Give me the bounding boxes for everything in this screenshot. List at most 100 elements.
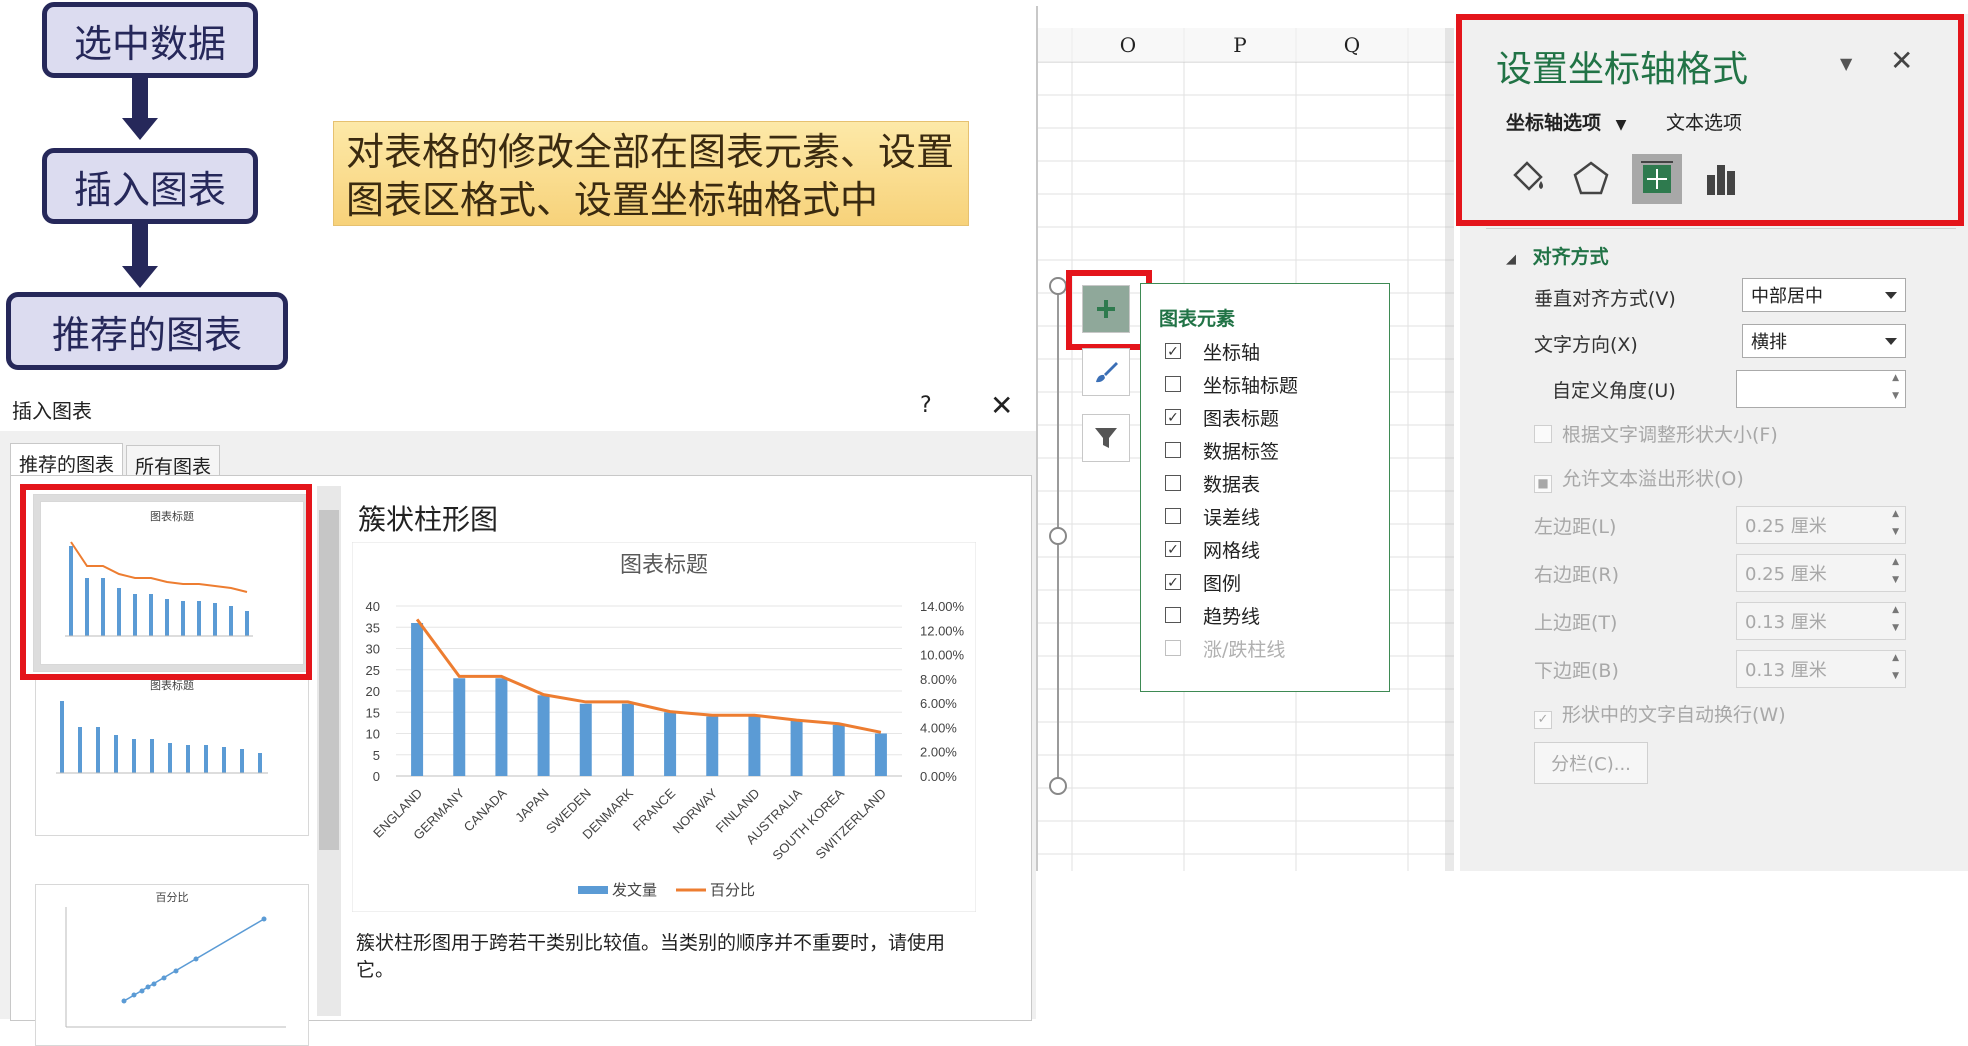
legend-label: 百分比 <box>710 881 755 899</box>
bar <box>621 703 634 776</box>
top-margin-label: 上边距(T) <box>1534 612 1618 634</box>
bottom-margin-value: 0.13 厘米 <box>1745 660 1827 681</box>
bar <box>706 716 719 776</box>
flow-arrow-head <box>122 266 158 288</box>
y-tick-label: 20 <box>366 684 380 699</box>
chart-element-item[interactable]: 数据表 <box>1165 468 1260 498</box>
chart-description: 簇状柱形图用于跨若干类别比较值。当类别的顺序并不重要时，请使用它。 <box>356 932 946 981</box>
chart-element-label: 误差线 <box>1203 506 1261 529</box>
spinner-icon[interactable]: ▼ <box>1892 671 1899 681</box>
right-margin-input[interactable]: 0.25 厘米 ▲ ▼ <box>1736 554 1906 592</box>
text-direction-dropdown[interactable]: 横排 <box>1742 324 1906 358</box>
flow-step-label: 推荐的图表 <box>51 312 242 357</box>
checkbox[interactable] <box>1165 508 1181 524</box>
spinner-icon[interactable]: ▲ <box>1892 605 1899 615</box>
chart-thumbnail-scatter[interactable]: 百分比 <box>35 884 309 1046</box>
column-header-p[interactable]: P <box>1184 28 1296 62</box>
spinner-icon[interactable]: ▼ <box>1892 391 1899 401</box>
section-alignment-label: 对齐方式 <box>1532 246 1609 268</box>
checkbox[interactable]: ✓ <box>1165 574 1181 591</box>
overflow-option[interactable]: ■ 允许文本溢出形状(O) <box>1534 464 1744 493</box>
spinner-icon[interactable]: ▲ <box>1892 509 1899 519</box>
y2-tick-label: 12.00% <box>920 623 965 638</box>
vertical-align-label: 垂直对齐方式(V) <box>1534 288 1676 310</box>
checkbox[interactable]: ■ <box>1534 475 1552 493</box>
chart-frame <box>352 542 976 912</box>
y-tick-label: 10 <box>366 727 380 742</box>
spinner-icon[interactable]: ▼ <box>1892 527 1899 537</box>
bar <box>453 678 466 776</box>
vertical-align-dropdown[interactable]: 中部居中 <box>1742 278 1906 312</box>
left-margin-label: 左边距(L) <box>1534 516 1617 538</box>
flow-arrow-head <box>122 118 158 140</box>
checkbox[interactable] <box>1165 442 1181 458</box>
chart-element-label: 网格线 <box>1203 539 1261 562</box>
y2-tick-label: 14.00% <box>920 599 965 614</box>
bar <box>790 720 803 776</box>
bar <box>537 695 550 776</box>
flow-step-label: 插入图表 <box>73 167 226 212</box>
thumbnail-chart <box>65 907 286 1028</box>
note-line: 对表格的修改全部在图表元素、设置 <box>346 130 955 174</box>
checkbox[interactable] <box>1165 376 1181 392</box>
checkbox <box>1165 640 1181 656</box>
checkbox[interactable]: ✓ <box>1165 343 1181 360</box>
chart-element-item[interactable]: ✓ 网格线 <box>1165 534 1260 564</box>
y2-tick-label: 8.00% <box>920 672 957 687</box>
legend-label: 发文量 <box>612 881 657 899</box>
custom-angle-input[interactable]: ▲ ▼ <box>1736 370 1906 408</box>
bottom-margin-input[interactable]: 0.13 厘米 ▲ ▼ <box>1736 650 1906 688</box>
chart-elements-title: 图表元素 <box>1159 308 1236 330</box>
column-header-q[interactable]: Q <box>1296 28 1408 62</box>
y-tick-label: 35 <box>366 620 380 635</box>
section-alignment[interactable]: ◢ 对齐方式 <box>1506 242 1609 269</box>
chart-element-item[interactable]: 数据标签 <box>1165 435 1279 465</box>
checkbox[interactable] <box>1534 425 1552 443</box>
columns-button[interactable]: 分栏(C)... <box>1534 742 1648 784</box>
spinner-icon[interactable]: ▲ <box>1892 653 1899 663</box>
spinner-icon[interactable]: ▼ <box>1892 575 1899 585</box>
chevron-down-icon <box>1885 338 1897 345</box>
chart-element-item: 涨/跌柱线 <box>1165 633 1285 663</box>
scrollbar-thumb[interactable] <box>319 510 339 850</box>
chart-element-label: 涨/跌柱线 <box>1203 638 1286 661</box>
checkbox[interactable]: ✓ <box>1165 541 1181 558</box>
spinner-icon[interactable]: ▲ <box>1892 557 1899 567</box>
checkbox[interactable] <box>1165 475 1181 491</box>
chart-element-item[interactable]: 误差线 <box>1165 501 1260 531</box>
y2-tick-label: 10.00% <box>920 648 965 663</box>
chart-element-item[interactable]: ✓ 坐标轴 <box>1165 336 1260 366</box>
chevron-down-icon <box>1885 292 1897 299</box>
legend-swatch-bar <box>578 886 608 894</box>
dialog-title: 插入图表 <box>12 399 92 423</box>
left-margin-value: 0.25 厘米 <box>1745 516 1827 537</box>
left-margin-input[interactable]: 0.25 厘米 ▲ ▼ <box>1736 506 1906 544</box>
chart-styles-button[interactable] <box>1082 348 1130 396</box>
bottom-margin-label: 下边距(B) <box>1534 660 1619 682</box>
checkbox[interactable] <box>1165 607 1181 623</box>
chart-element-item[interactable]: ✓ 图表标题 <box>1165 402 1279 432</box>
spinner-icon[interactable]: ▼ <box>1892 623 1899 633</box>
chart-element-item[interactable]: 坐标轴标题 <box>1165 369 1298 399</box>
close-icon[interactable]: ✕ <box>990 389 1013 422</box>
bar <box>495 678 508 776</box>
chart-element-item[interactable]: ✓ 图例 <box>1165 567 1241 597</box>
resize-shape-option[interactable]: 根据文字调整形状大小(F) <box>1534 420 1778 447</box>
chart-thumbnail-column[interactable]: 图表标题 <box>35 676 309 836</box>
checkbox[interactable]: ✓ <box>1534 711 1552 729</box>
resize-shape-label: 根据文字调整形状大小(F) <box>1562 424 1778 446</box>
help-button[interactable]: ? <box>920 393 932 418</box>
y2-tick-label: 2.00% <box>920 745 957 760</box>
chart-filters-button[interactable] <box>1082 414 1130 462</box>
flow-step-insert-chart: 插入图表 <box>42 148 258 224</box>
thumbnail-chart <box>56 701 268 774</box>
wrap-text-option[interactable]: ✓ 形状中的文字自动换行(W) <box>1534 700 1786 729</box>
chart-type-name: 簇状柱形图 <box>358 503 499 536</box>
chart-element-item[interactable]: 趋势线 <box>1165 600 1260 630</box>
bar <box>874 733 887 776</box>
checkbox[interactable]: ✓ <box>1165 409 1181 426</box>
thumbnail-scrollbar[interactable] <box>317 486 341 1016</box>
spinner-icon[interactable]: ▲ <box>1892 373 1899 383</box>
top-margin-input[interactable]: 0.13 厘米 ▲ ▼ <box>1736 602 1906 640</box>
custom-angle-label: 自定义角度(U) <box>1552 380 1676 402</box>
